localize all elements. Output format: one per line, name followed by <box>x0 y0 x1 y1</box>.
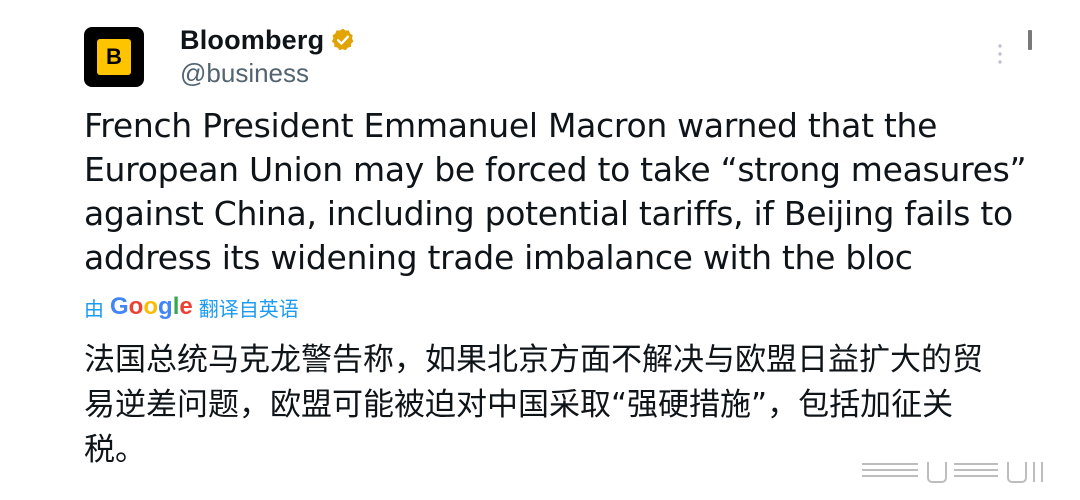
tweet-card: B Bloomberg @business French President E… <box>0 0 1080 500</box>
translation-prefix: 由 <box>84 298 104 321</box>
google-logo: Google <box>110 293 193 320</box>
translation-suffix: 翻译自英语 <box>198 298 299 321</box>
more-options-icon[interactable] <box>993 42 1007 66</box>
watermark-icon <box>862 462 1043 483</box>
tweet-text: French President Emmanuel Macron warned … <box>84 106 1027 277</box>
account-handle[interactable]: @business <box>180 58 309 89</box>
avatar-letter: B <box>106 44 122 69</box>
account-name-row: Bloomberg <box>180 22 356 58</box>
avatar[interactable]: B <box>84 27 144 87</box>
avatar-logo: B <box>97 39 131 75</box>
display-name[interactable]: Bloomberg <box>180 25 324 56</box>
drag-handle-icon <box>1028 30 1032 50</box>
verified-badge-icon <box>332 28 354 51</box>
translation-attribution[interactable]: 由 Google 翻译自英语 <box>84 292 299 322</box>
translated-text: 法国总统马克龙警告称，如果北京方面不解决与欧盟日益扩大的贸易逆差问题，欧盟可能被… <box>84 342 983 468</box>
